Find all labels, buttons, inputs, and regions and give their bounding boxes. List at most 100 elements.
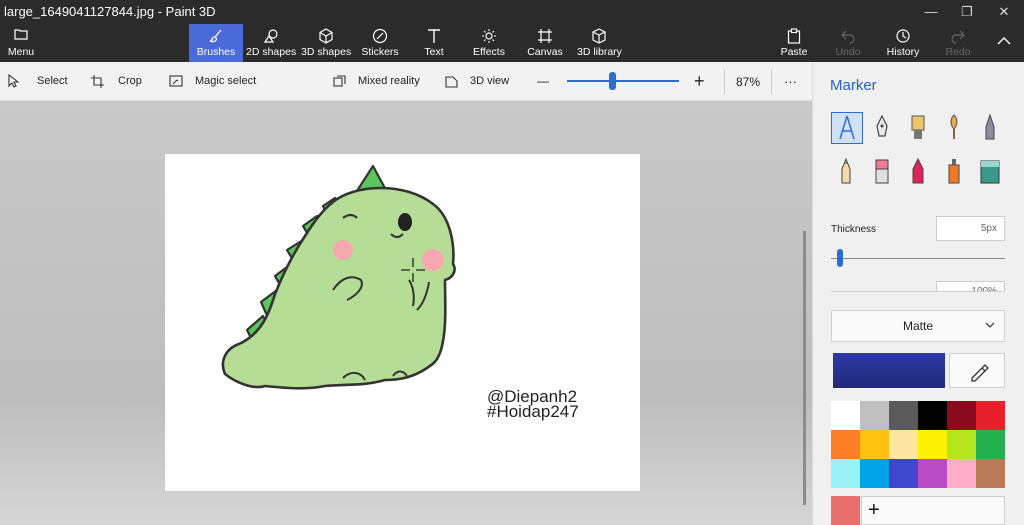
color-swatch[interactable]	[860, 459, 889, 488]
tab-effects[interactable]: Effects	[471, 24, 507, 62]
oil-brush-icon	[911, 115, 925, 139]
crayon-icon	[912, 157, 924, 184]
color-swatch[interactable]	[831, 430, 860, 459]
mixed-reality-icon	[333, 75, 346, 87]
custom-color-swatch[interactable]	[831, 496, 860, 525]
close-button[interactable]: ✕	[986, 0, 1022, 24]
title-bar: large_1649041127844.jpg - Paint 3D — ❐ ✕	[0, 0, 1024, 24]
text-icon	[420, 24, 448, 46]
redo-label: Redo	[945, 46, 971, 58]
undo-button[interactable]: Undo	[832, 24, 864, 62]
pixel-pen-button[interactable]	[975, 112, 1007, 144]
dinosaur-drawing	[221, 164, 456, 390]
drawing-canvas[interactable]: @Diepanh2 #Hoidap247	[165, 154, 640, 491]
color-swatch[interactable]	[889, 401, 918, 430]
marker-brush-button[interactable]	[831, 112, 863, 144]
tab-2d-shapes[interactable]: 2D shapes	[246, 24, 296, 62]
color-swatch[interactable]	[976, 430, 1005, 459]
plus-icon: +	[868, 499, 880, 521]
3d-library-icon	[577, 24, 621, 46]
thickness-input[interactable]: 5px	[936, 216, 1005, 241]
color-swatch[interactable]	[918, 430, 947, 459]
color-swatch[interactable]	[860, 401, 889, 430]
magic-select-button[interactable]: Magic select	[169, 62, 256, 101]
tab-text[interactable]: Text	[420, 24, 448, 62]
thickness-slider-thumb[interactable]	[836, 249, 843, 267]
select-label: Select	[37, 75, 68, 87]
panel-title: Marker	[830, 77, 877, 94]
magic-select-icon	[169, 75, 183, 87]
redo-button[interactable]: Redo	[943, 24, 973, 62]
color-swatch[interactable]	[889, 459, 918, 488]
add-color-button[interactable]: +	[861, 496, 1005, 525]
menu-button[interactable]: Menu	[4, 24, 38, 62]
watercolor-button[interactable]	[939, 112, 971, 144]
pencil-icon	[841, 157, 851, 184]
color-swatch[interactable]	[918, 459, 947, 488]
watermark-line-2: #Hoidap247	[487, 402, 579, 421]
tab-3d-shapes[interactable]: 3D shapes	[301, 24, 351, 62]
history-button[interactable]: History	[884, 24, 922, 62]
color-swatch[interactable]	[947, 430, 976, 459]
select-button[interactable]: Select	[8, 62, 68, 101]
color-swatch[interactable]	[889, 430, 918, 459]
tab-stickers[interactable]: Stickers	[360, 24, 400, 62]
zoom-slider-track[interactable]	[567, 80, 679, 82]
pixel-pen-icon	[985, 113, 995, 140]
tab-3d-library[interactable]: 3D library	[577, 24, 622, 62]
crop-button[interactable]: Crop	[91, 62, 142, 101]
paste-button[interactable]: Paste	[779, 24, 809, 62]
color-swatch[interactable]	[976, 459, 1005, 488]
collapse-ribbon-button[interactable]	[990, 24, 1018, 62]
color-swatch[interactable]	[860, 430, 889, 459]
menu-label: Menu	[7, 46, 35, 58]
marker-icon	[839, 115, 855, 140]
zoom-in-button[interactable]: +	[694, 62, 705, 101]
more-options-button[interactable]: ···	[784, 62, 797, 101]
undo-icon	[832, 24, 864, 46]
tab-canvas-label: Canvas	[527, 46, 563, 58]
eraser-icon	[875, 159, 889, 184]
brushes-panel: Marker Thickness 5px 100% Matte +	[812, 62, 1024, 525]
pencil-button[interactable]	[831, 156, 863, 188]
tab-brushes-label: Brushes	[196, 46, 236, 58]
zoom-slider-thumb[interactable]	[608, 72, 616, 90]
color-swatch[interactable]	[831, 459, 860, 488]
thickness-slider-track[interactable]	[831, 258, 1005, 259]
folder-icon	[4, 24, 38, 46]
color-swatch[interactable]	[947, 459, 976, 488]
oil-brush-button[interactable]	[903, 112, 935, 144]
zoom-value[interactable]: 87%	[724, 70, 772, 94]
zoom-out-button[interactable]: —	[537, 62, 549, 101]
fill-button[interactable]	[975, 156, 1007, 188]
chevron-up-icon	[990, 24, 1018, 46]
cursor-icon	[8, 73, 20, 88]
stickers-icon	[360, 24, 400, 46]
color-swatch[interactable]	[918, 401, 947, 430]
minimize-button[interactable]: —	[913, 0, 949, 24]
panel-divider	[831, 291, 1005, 292]
undo-label: Undo	[835, 46, 861, 58]
finish-value: Matte	[902, 319, 933, 333]
color-swatch[interactable]	[947, 401, 976, 430]
tab-canvas[interactable]: Canvas	[527, 24, 563, 62]
finish-dropdown[interactable]: Matte	[831, 310, 1005, 342]
calligraphy-pen-button[interactable]	[867, 112, 899, 144]
color-swatch[interactable]	[831, 401, 860, 430]
redo-icon	[943, 24, 973, 46]
vertical-scrollbar[interactable]	[803, 231, 806, 505]
crayon-button[interactable]	[903, 156, 935, 188]
eraser-button[interactable]	[867, 156, 899, 188]
history-icon	[884, 24, 922, 46]
eyedropper-button[interactable]	[949, 353, 1005, 388]
3d-view-button[interactable]: 3D view	[445, 62, 509, 101]
spray-can-icon	[948, 159, 960, 184]
maximize-button[interactable]: ❐	[949, 0, 985, 24]
3d-shapes-icon	[301, 24, 351, 46]
current-color-swatch[interactable]	[833, 353, 945, 388]
tab-brushes[interactable]: Brushes	[189, 24, 243, 62]
color-swatch[interactable]	[976, 401, 1005, 430]
3d-view-icon	[445, 76, 458, 88]
spray-can-button[interactable]	[939, 156, 971, 188]
mixed-reality-button[interactable]: Mixed reality	[333, 62, 420, 101]
